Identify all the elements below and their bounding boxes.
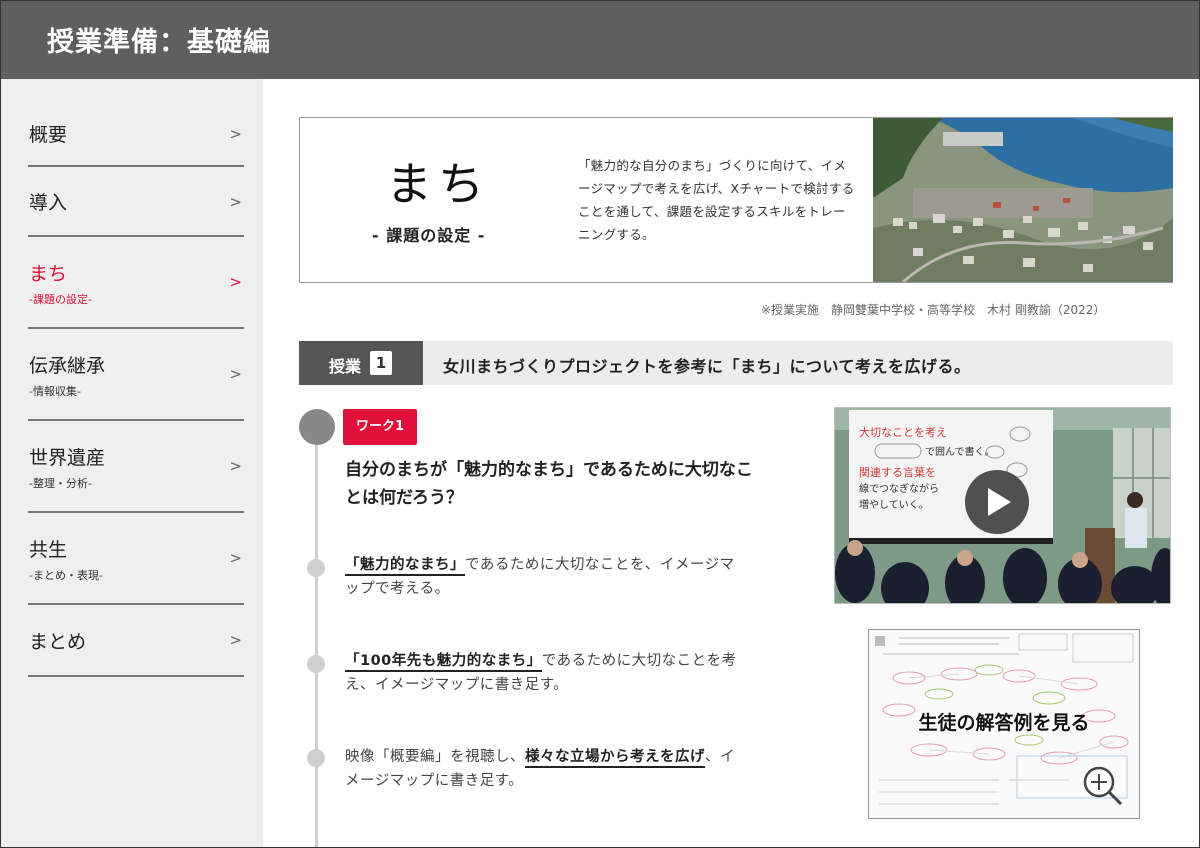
lesson-badge-label: 授業 <box>329 357 362 376</box>
timeline-line <box>315 441 318 847</box>
lesson-credit: ※授業実施 静岡雙葉中学校・高等学校 木村 剛教諭（2022） <box>761 303 1106 317</box>
work-question: 自分のまちが「魅力的なまち」であるために大切なことは何だろう？ <box>345 460 753 508</box>
work-step: 映像「概要編」を視聴し、様々な立場から考えを広げ、イメージマップに書き足す。 <box>345 745 745 793</box>
step-text: 映像「概要編」を視聴し、 <box>345 749 525 765</box>
sidebar-item-label: 導入 <box>29 192 68 214</box>
work-step: 「100年先も魅力的なまち」であるために大切なことを考え、イメージマップに書き足… <box>345 649 745 697</box>
sidebar-item-sublabel: -まとめ・表現- <box>29 569 103 582</box>
work-badge: ワーク1 <box>343 409 417 445</box>
sidebar-item-sublabel: -整理・分析- <box>29 477 92 490</box>
hero-description: 「魅力的な自分のまち」づくりに向けて、イメージマップで考えを広げ、Xチャートで検… <box>578 158 855 242</box>
student-answer-example-card[interactable]: 生徒の解答例を見る <box>868 629 1140 819</box>
lesson-video-thumbnail[interactable]: 大切なことを考え で囲んで書く。 関連する言葉を 線でつなぎながら 増やしていく… <box>834 407 1171 604</box>
sidebar-item-machi[interactable]: まち -課題の設定- > <box>28 237 244 329</box>
chevron-right-icon: > <box>229 457 242 475</box>
sidebar-item-intro[interactable]: 導入 > <box>28 167 244 237</box>
lesson-title: 女川まちづくりプロジェクトを参考に「まち」について考えを広げる。 <box>443 357 971 376</box>
chevron-right-icon: > <box>229 549 242 567</box>
sidebar-item-sublabel: -課題の設定- <box>29 293 92 306</box>
sidebar-item-label: 概要 <box>29 124 68 146</box>
slide-text: 大切なことを考え <box>859 425 947 439</box>
sidebar-item-world-heritage[interactable]: 世界遺産 -整理・分析- > <box>28 421 244 513</box>
timeline-start-dot <box>299 409 335 445</box>
sidebar-item-label: まとめ <box>29 631 87 653</box>
step-emphasis: 「魅力的なまち」 <box>345 557 465 576</box>
lesson-number: 1 <box>370 351 392 375</box>
chevron-right-icon: > <box>229 365 242 383</box>
slide-text: 増やしていく。 <box>859 498 929 511</box>
chevron-right-icon: > <box>229 193 242 211</box>
chevron-right-icon: > <box>229 125 242 143</box>
hero-banner: まち - 課題の設定 - 「魅力的な自分のまち」づくりに向けて、イメージマップで… <box>299 117 1173 283</box>
sidebar-item-label: 伝承継承 <box>29 355 106 377</box>
sidebar-item-coexistence[interactable]: 共生 -まとめ・表現- > <box>28 513 244 605</box>
town-aerial-photo <box>873 118 1173 282</box>
timeline-dot <box>307 749 325 767</box>
timeline-dot <box>307 559 325 577</box>
step-emphasis: 様々な立場から考えを広げ <box>525 749 705 768</box>
lesson-badge: 授業 1 <box>299 341 423 385</box>
page-frame: 授業準備：基礎編 概要 > 導入 > まち -課題の設定- > 伝承継承 -情報… <box>0 0 1200 848</box>
sidebar-item-sublabel: -情報収集- <box>29 385 81 398</box>
chevron-right-icon: > <box>229 631 242 649</box>
view-answer-example-label: 生徒の解答例を見る <box>918 712 1090 734</box>
work-step: 「魅力的なまち」であるために大切なことを、イメージマップで考える。 <box>345 553 745 601</box>
lesson-header: 授業 1 女川まちづくりプロジェクトを参考に「まち」について考えを広げる。 <box>299 341 1173 385</box>
slide-text: 線でつなぎながら <box>859 482 939 495</box>
sidebar-item-summary[interactable]: まとめ > <box>28 605 244 677</box>
sidebar: 概要 > 導入 > まち -課題の設定- > 伝承継承 -情報収集- > 世界遺… <box>1 79 263 847</box>
timeline-dot <box>307 655 325 673</box>
page-title: 授業準備：基礎編 <box>47 27 271 58</box>
chevron-right-icon: > <box>229 273 242 291</box>
hero-subtitle: - 課題の設定 - <box>372 226 486 245</box>
sidebar-item-tradition[interactable]: 伝承継承 -情報収集- > <box>28 329 244 421</box>
step-emphasis: 「100年先も魅力的なまち」 <box>345 653 542 672</box>
hero-title: まち <box>386 157 490 211</box>
sidebar-item-label: 世界遺産 <box>29 447 106 469</box>
sidebar-item-overview[interactable]: 概要 > <box>28 103 244 167</box>
top-header: 授業準備：基礎編 <box>1 1 1199 79</box>
sidebar-item-label: まち <box>29 263 68 285</box>
slide-text: 関連する言葉を <box>859 465 936 479</box>
slide-text: で囲んで書く。 <box>925 445 995 458</box>
sidebar-item-label: 共生 <box>29 539 68 561</box>
